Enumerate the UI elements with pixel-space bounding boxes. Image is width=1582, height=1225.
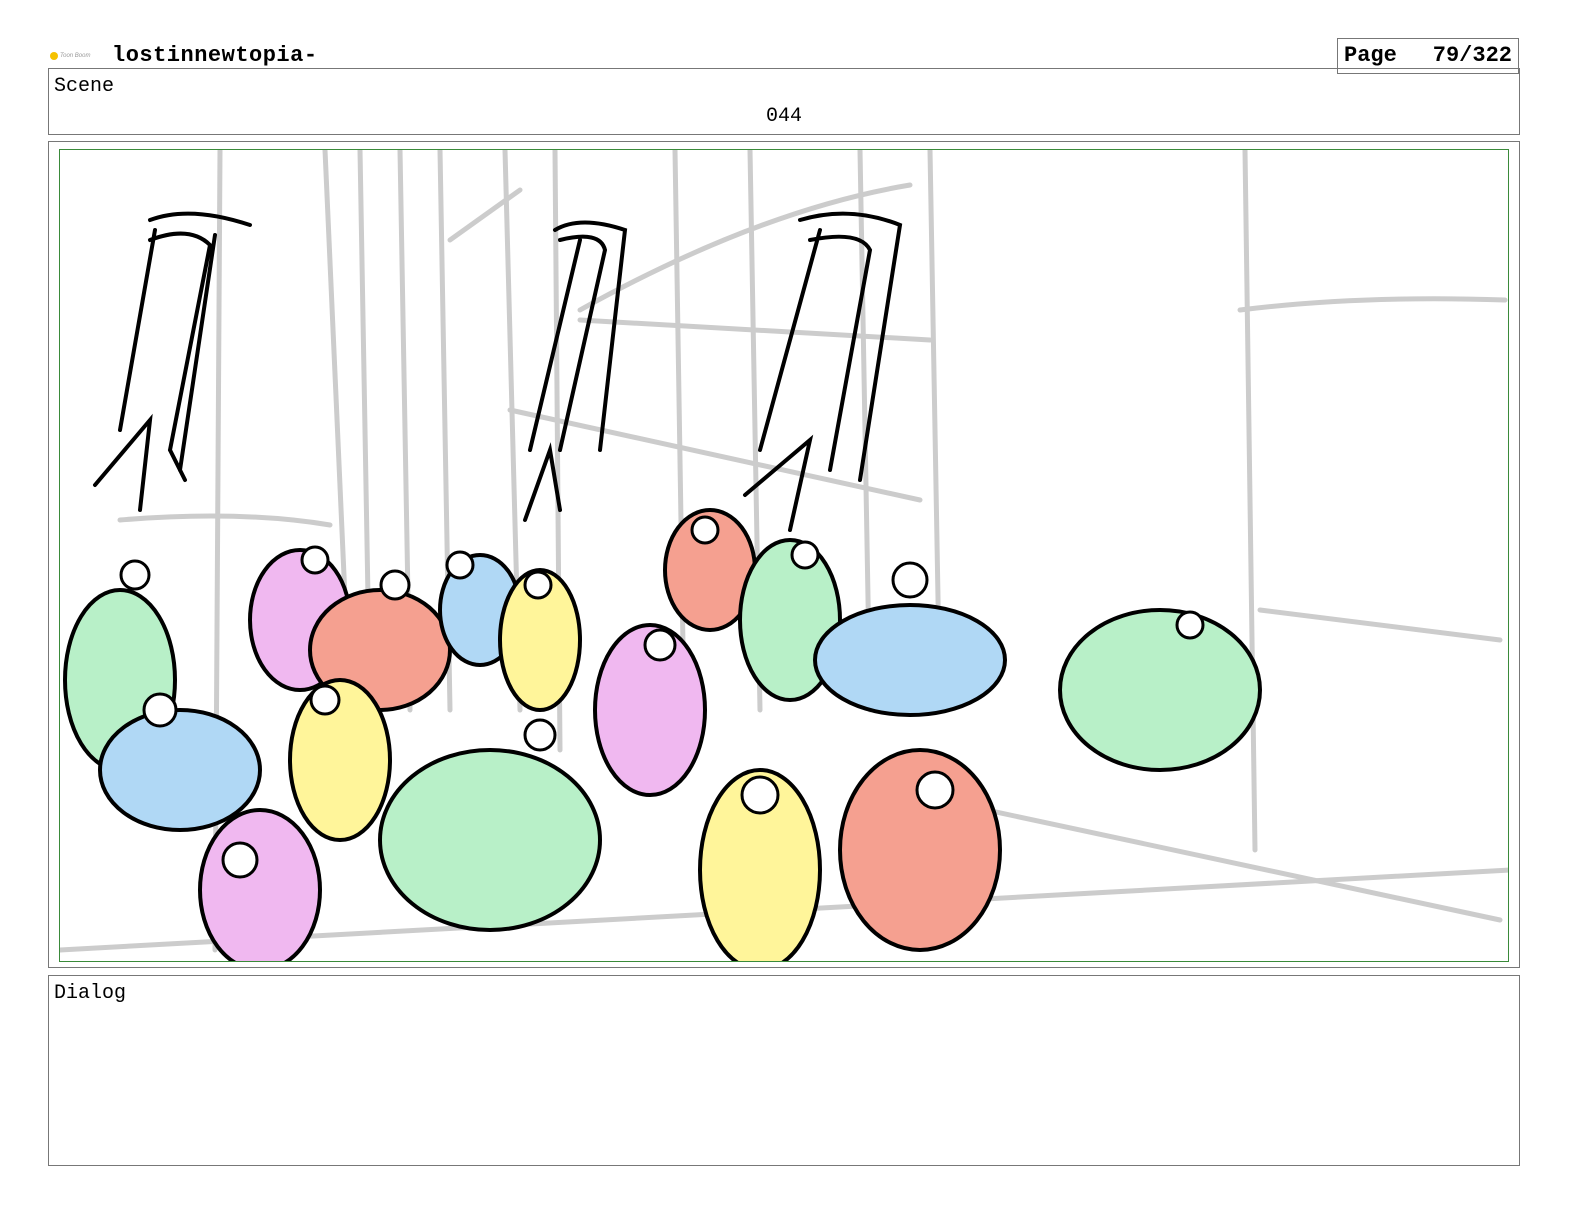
storyboard-panel [48, 141, 1520, 968]
creature-green [378, 748, 602, 932]
scene-number: 044 [765, 105, 802, 128]
dialog-box: Dialog [48, 975, 1520, 1166]
scene-box: Scene 044 [48, 68, 1520, 135]
project-title: lostinnewtopia- [112, 43, 318, 68]
creature-yellow [288, 678, 392, 842]
creature-blue [813, 603, 1007, 717]
dialog-label: Dialog [54, 982, 127, 1005]
creature-pink [198, 808, 322, 961]
logo-text: Toon Boom [60, 53, 91, 59]
creature-green [1058, 608, 1262, 772]
camera-frame [59, 149, 1509, 962]
creature-blue [98, 708, 262, 832]
toon-boom-logo: Toon Boom [50, 50, 98, 62]
sun-icon [50, 52, 58, 60]
scene-label: Scene [54, 75, 115, 98]
panel-sketch [60, 150, 1508, 961]
